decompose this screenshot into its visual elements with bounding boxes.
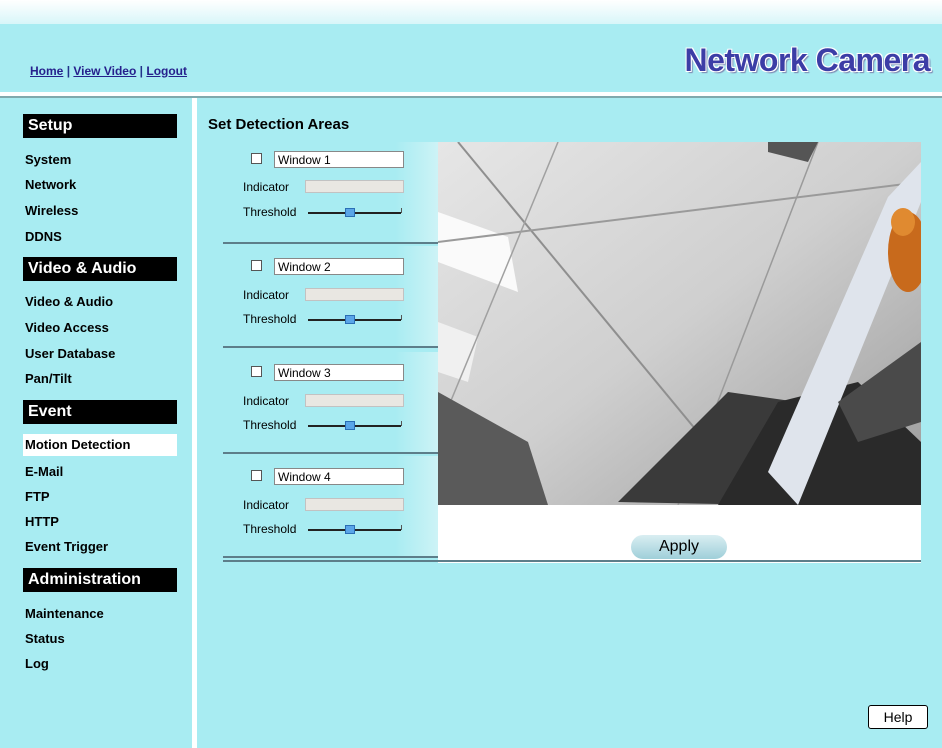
sidebar-item-log[interactable]: Log [25, 656, 49, 671]
slider-tick [401, 315, 402, 320]
link-separator: | [139, 64, 144, 78]
threshold-label: Threshold [243, 312, 297, 326]
window-4-threshold-thumb[interactable] [344, 525, 355, 534]
window-2-threshold-thumb[interactable] [344, 315, 355, 324]
detection-window-4: Indicator Threshold [223, 456, 438, 558]
sidebar-item-pan-tilt[interactable]: Pan/Tilt [25, 371, 72, 386]
link-separator: | [66, 64, 71, 78]
window-1-threshold-thumb[interactable] [344, 208, 355, 217]
sidebar-item-email[interactable]: E-Mail [25, 464, 63, 479]
top-links: Home | View Video | Logout [30, 64, 187, 78]
view-video-link[interactable]: View Video [73, 64, 136, 78]
apply-area: Apply [438, 505, 921, 563]
sidebar-item-ftp[interactable]: FTP [25, 489, 50, 504]
content-divider [223, 560, 921, 562]
page-title: Set Detection Areas [208, 116, 350, 133]
indicator-label: Indicator [243, 180, 290, 194]
slider-tick [401, 525, 402, 530]
sidebar-item-http[interactable]: HTTP [25, 514, 59, 529]
sidebar-item-event-trigger[interactable]: Event Trigger [25, 539, 108, 554]
sidebar-item-user-database[interactable]: User Database [25, 346, 115, 361]
detection-window-3: Indicator Threshold [223, 352, 438, 454]
top-gradient-bar [0, 0, 942, 24]
window-1-name-field[interactable] [274, 151, 404, 168]
window-4-name-field[interactable] [274, 468, 404, 485]
home-link[interactable]: Home [30, 64, 63, 78]
sidebar-divider [192, 98, 197, 748]
indicator-label: Indicator [243, 498, 290, 512]
sidebar: Setup System Network Wireless DDNS Video… [0, 98, 192, 748]
window-2-checkbox[interactable] [251, 260, 262, 271]
window-1-indicator-bar [305, 180, 404, 193]
section-administration: Administration [23, 568, 177, 592]
window-1-checkbox[interactable] [251, 153, 262, 164]
brand-logo: Network Camera [684, 42, 930, 78]
sidebar-item-wireless[interactable]: Wireless [25, 203, 78, 218]
sidebar-item-maintenance[interactable]: Maintenance [25, 606, 104, 621]
window-2-indicator-bar [305, 288, 404, 301]
indicator-label: Indicator [243, 288, 290, 302]
slider-tick [401, 208, 402, 213]
window-2-name-field[interactable] [274, 258, 404, 275]
sidebar-item-motion-detection[interactable]: Motion Detection [23, 434, 177, 456]
sidebar-item-system[interactable]: System [25, 152, 71, 167]
window-3-checkbox[interactable] [251, 366, 262, 377]
sidebar-item-ddns[interactable]: DDNS [25, 229, 62, 244]
camera-video-preview[interactable] [438, 142, 921, 505]
window-3-indicator-bar [305, 394, 404, 407]
threshold-label: Threshold [243, 205, 297, 219]
window-4-indicator-bar [305, 498, 404, 511]
threshold-label: Threshold [243, 522, 297, 536]
sidebar-item-status[interactable]: Status [25, 631, 65, 646]
section-event: Event [23, 400, 177, 424]
section-video-audio: Video & Audio [23, 257, 177, 281]
slider-tick [401, 421, 402, 426]
threshold-label: Threshold [243, 418, 297, 432]
detection-window-2: Indicator Threshold [223, 246, 438, 348]
camera-frame-image [438, 142, 921, 505]
section-setup: Setup [23, 114, 177, 138]
logout-link[interactable]: Logout [146, 64, 187, 78]
sidebar-item-network[interactable]: Network [25, 177, 76, 192]
detection-window-1: Indicator Threshold [223, 142, 438, 244]
help-button[interactable]: Help [868, 705, 928, 729]
indicator-label: Indicator [243, 394, 290, 408]
apply-button[interactable]: Apply [631, 535, 727, 559]
sidebar-item-video-access[interactable]: Video Access [25, 320, 109, 335]
window-3-name-field[interactable] [274, 364, 404, 381]
sidebar-item-video-audio[interactable]: Video & Audio [25, 294, 113, 309]
window-3-threshold-thumb[interactable] [344, 421, 355, 430]
window-4-checkbox[interactable] [251, 470, 262, 481]
